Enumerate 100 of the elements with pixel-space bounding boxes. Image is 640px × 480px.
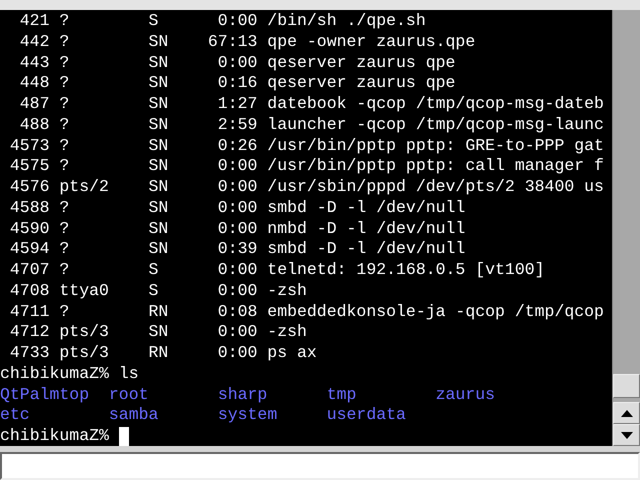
pid-text: 4575: [8, 156, 50, 177]
prompt-text: chibikumaZ%: [0, 364, 109, 384]
pid-text: 487: [18, 94, 50, 115]
command-text: launcher -qcop /tmp/qcop-msg-launc: [267, 114, 604, 136]
stat-text: RN: [148, 343, 170, 364]
pid-text: 4573: [8, 136, 50, 156]
time-text: 0:00: [216, 260, 258, 281]
scrollbar[interactable]: [612, 10, 640, 446]
time-text: 0:00: [216, 198, 258, 218]
time-text: 0:26: [216, 136, 258, 156]
command-text: smbd -D -l /dev/null: [267, 239, 466, 260]
tty-text: ?: [59, 218, 70, 240]
command-text: ps ax: [267, 343, 317, 364]
tty-text: pts/3: [59, 322, 110, 343]
stat-text: SN: [148, 94, 170, 115]
pid-text: 4576: [8, 177, 50, 198]
command-text: /bin/sh ./qpe.sh: [267, 11, 426, 32]
directory-name: userdata: [326, 405, 407, 426]
stat-text: SN: [148, 239, 170, 260]
command-text: -zsh: [267, 322, 307, 343]
stat-text: SN: [148, 136, 170, 156]
directory-name: sharp: [218, 384, 268, 406]
tty-text: ?: [59, 198, 70, 218]
pid-text: 4711: [8, 302, 50, 322]
pid-text: 4708: [8, 280, 50, 302]
stat-text: SN: [148, 177, 170, 198]
scroll-up-button[interactable]: [613, 402, 640, 424]
tty-text: ?: [59, 114, 70, 136]
time-text: 2:59: [216, 114, 258, 136]
command-text: smbd -D -l /dev/null: [267, 198, 466, 218]
scrollbar-thumb[interactable]: [613, 374, 640, 398]
command-text: -zsh: [267, 280, 307, 302]
tty-text: ?: [59, 52, 70, 74]
stat-text: SN: [148, 218, 170, 240]
command-text: ls: [118, 364, 139, 384]
tty-text: ?: [59, 32, 70, 52]
prompt-text: chibikumaZ%: [0, 426, 109, 447]
tty-text: ?: [59, 136, 70, 156]
stat-text: SN: [148, 114, 170, 136]
tty-text: ?: [59, 156, 70, 177]
directory-name: zaurus: [436, 384, 496, 406]
pid-text: 448: [18, 73, 50, 94]
tty-text: ?: [59, 73, 70, 94]
command-text: qeserver zaurus qpe: [267, 73, 456, 94]
time-text: 0:00: [216, 156, 258, 177]
command-text: datebook -qcop /tmp/qcop-msg-dateb: [267, 94, 604, 115]
stat-text: RN: [148, 302, 170, 322]
text-cursor: [118, 426, 129, 446]
pid-text: 4707: [8, 260, 50, 281]
pid-text: 4588: [8, 198, 50, 218]
pid-text: 421: [18, 11, 50, 32]
down-arrow-icon: [620, 432, 632, 438]
stat-text: SN: [148, 73, 170, 94]
tty-text: pts/3: [59, 343, 110, 364]
stat-text: SN: [148, 52, 170, 74]
command-text: qpe -owner zaurus.qpe: [267, 32, 476, 52]
time-text: 0:16: [216, 73, 258, 94]
stat-text: S: [148, 11, 160, 32]
time-text: 0:00: [216, 218, 258, 240]
tty-text: ?: [59, 11, 70, 32]
time-text: 0:00: [216, 322, 258, 343]
time-text: 1:27: [216, 94, 258, 115]
up-arrow-icon: [620, 410, 632, 416]
stat-text: SN: [148, 322, 170, 343]
directory-name: samba: [108, 405, 160, 426]
directory-name: root: [108, 384, 150, 406]
command-text: qeserver zaurus qpe: [267, 52, 456, 74]
tty-text: ?: [59, 239, 70, 260]
time-text: 0:00: [216, 52, 258, 74]
pid-text: 4712: [8, 322, 50, 343]
stat-text: SN: [148, 32, 170, 52]
command-text: nmbd -D -l /dev/null: [267, 218, 466, 240]
pid-text: 442: [18, 32, 50, 52]
directory-name: tmp: [326, 384, 358, 406]
pid-text: 488: [18, 114, 50, 136]
time-text: 0:00: [216, 280, 258, 302]
pid-text: 443: [18, 52, 50, 74]
pid-text: 4590: [8, 218, 50, 240]
tty-text: ?: [59, 302, 70, 322]
time-text: 0:00: [216, 11, 258, 32]
command-text: telnetd: 192.168.0.5 [vt100]: [267, 260, 545, 281]
tty-text: ?: [59, 94, 70, 115]
time-text: 67:13: [208, 32, 258, 52]
stat-text: S: [148, 260, 160, 281]
command-text: /usr/bin/pptp pptp: GRE-to-PPP gat: [267, 136, 604, 156]
pid-text: 4594: [8, 239, 50, 260]
command-text: /usr/sbin/pppd /dev/pts/2 38400 us: [267, 177, 604, 198]
pid-text: 4733: [8, 343, 50, 364]
tty-text: ?: [59, 260, 70, 281]
stat-text: S: [148, 280, 160, 302]
time-text: 0:39: [216, 239, 258, 260]
directory-name: QtPalmtop: [0, 384, 90, 406]
time-text: 0:00: [216, 177, 258, 198]
stat-text: SN: [148, 198, 170, 218]
time-text: 0:00: [216, 343, 258, 364]
command-text: embeddedkonsole-ja -qcop /tmp/qcop: [267, 302, 604, 322]
scroll-down-button[interactable]: [613, 424, 640, 446]
directory-name: system: [218, 405, 278, 426]
time-text: 0:08: [216, 302, 258, 322]
stat-text: SN: [148, 156, 170, 177]
